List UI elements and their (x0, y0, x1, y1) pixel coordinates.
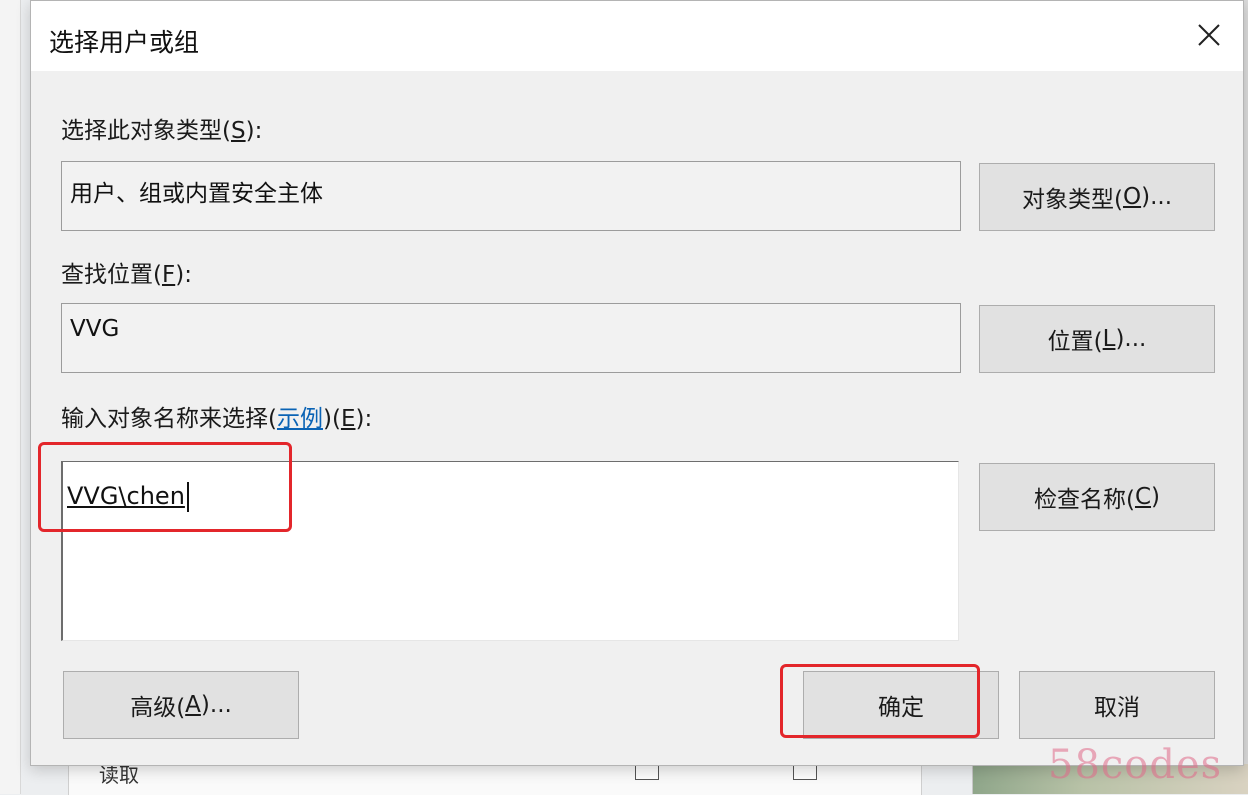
title-bar: 选择用户或组 (31, 1, 1243, 71)
object-names-value: VVG\chen (67, 482, 185, 510)
location-label: 查找位置(F): (61, 262, 192, 288)
object-types-button[interactable]: 对象类型(O)... (979, 163, 1215, 231)
text-caret (186, 482, 189, 512)
select-users-or-groups-dialog: 选择用户或组 选择此对象类型(S): 用户、组或内置安全主体 对象类型(O)..… (30, 0, 1244, 766)
object-type-value: 用户、组或内置安全主体 (70, 181, 323, 207)
watermark: 58codes (1048, 742, 1223, 788)
ok-button[interactable]: 确定 (803, 671, 999, 739)
cancel-button[interactable]: 取消 (1019, 671, 1215, 739)
location-field: VVG (61, 303, 961, 373)
location-value: VVG (70, 316, 120, 342)
background-window-edge (0, 0, 21, 794)
close-button[interactable] (1179, 5, 1239, 65)
object-names-input[interactable]: VVG\chen (61, 461, 959, 641)
dialog-title: 选择用户或组 (49, 28, 200, 57)
examples-link[interactable]: 示例 (277, 406, 323, 432)
object-type-field: 用户、组或内置安全主体 (61, 161, 961, 231)
close-icon (1198, 24, 1220, 46)
check-names-button[interactable]: 检查名称(C) (979, 463, 1215, 531)
locations-button[interactable]: 位置(L)... (979, 305, 1215, 373)
advanced-button[interactable]: 高级(A)... (63, 671, 299, 739)
object-type-label: 选择此对象类型(S): (61, 118, 263, 144)
object-names-label: 输入对象名称来选择(示例)(E): (61, 406, 373, 432)
